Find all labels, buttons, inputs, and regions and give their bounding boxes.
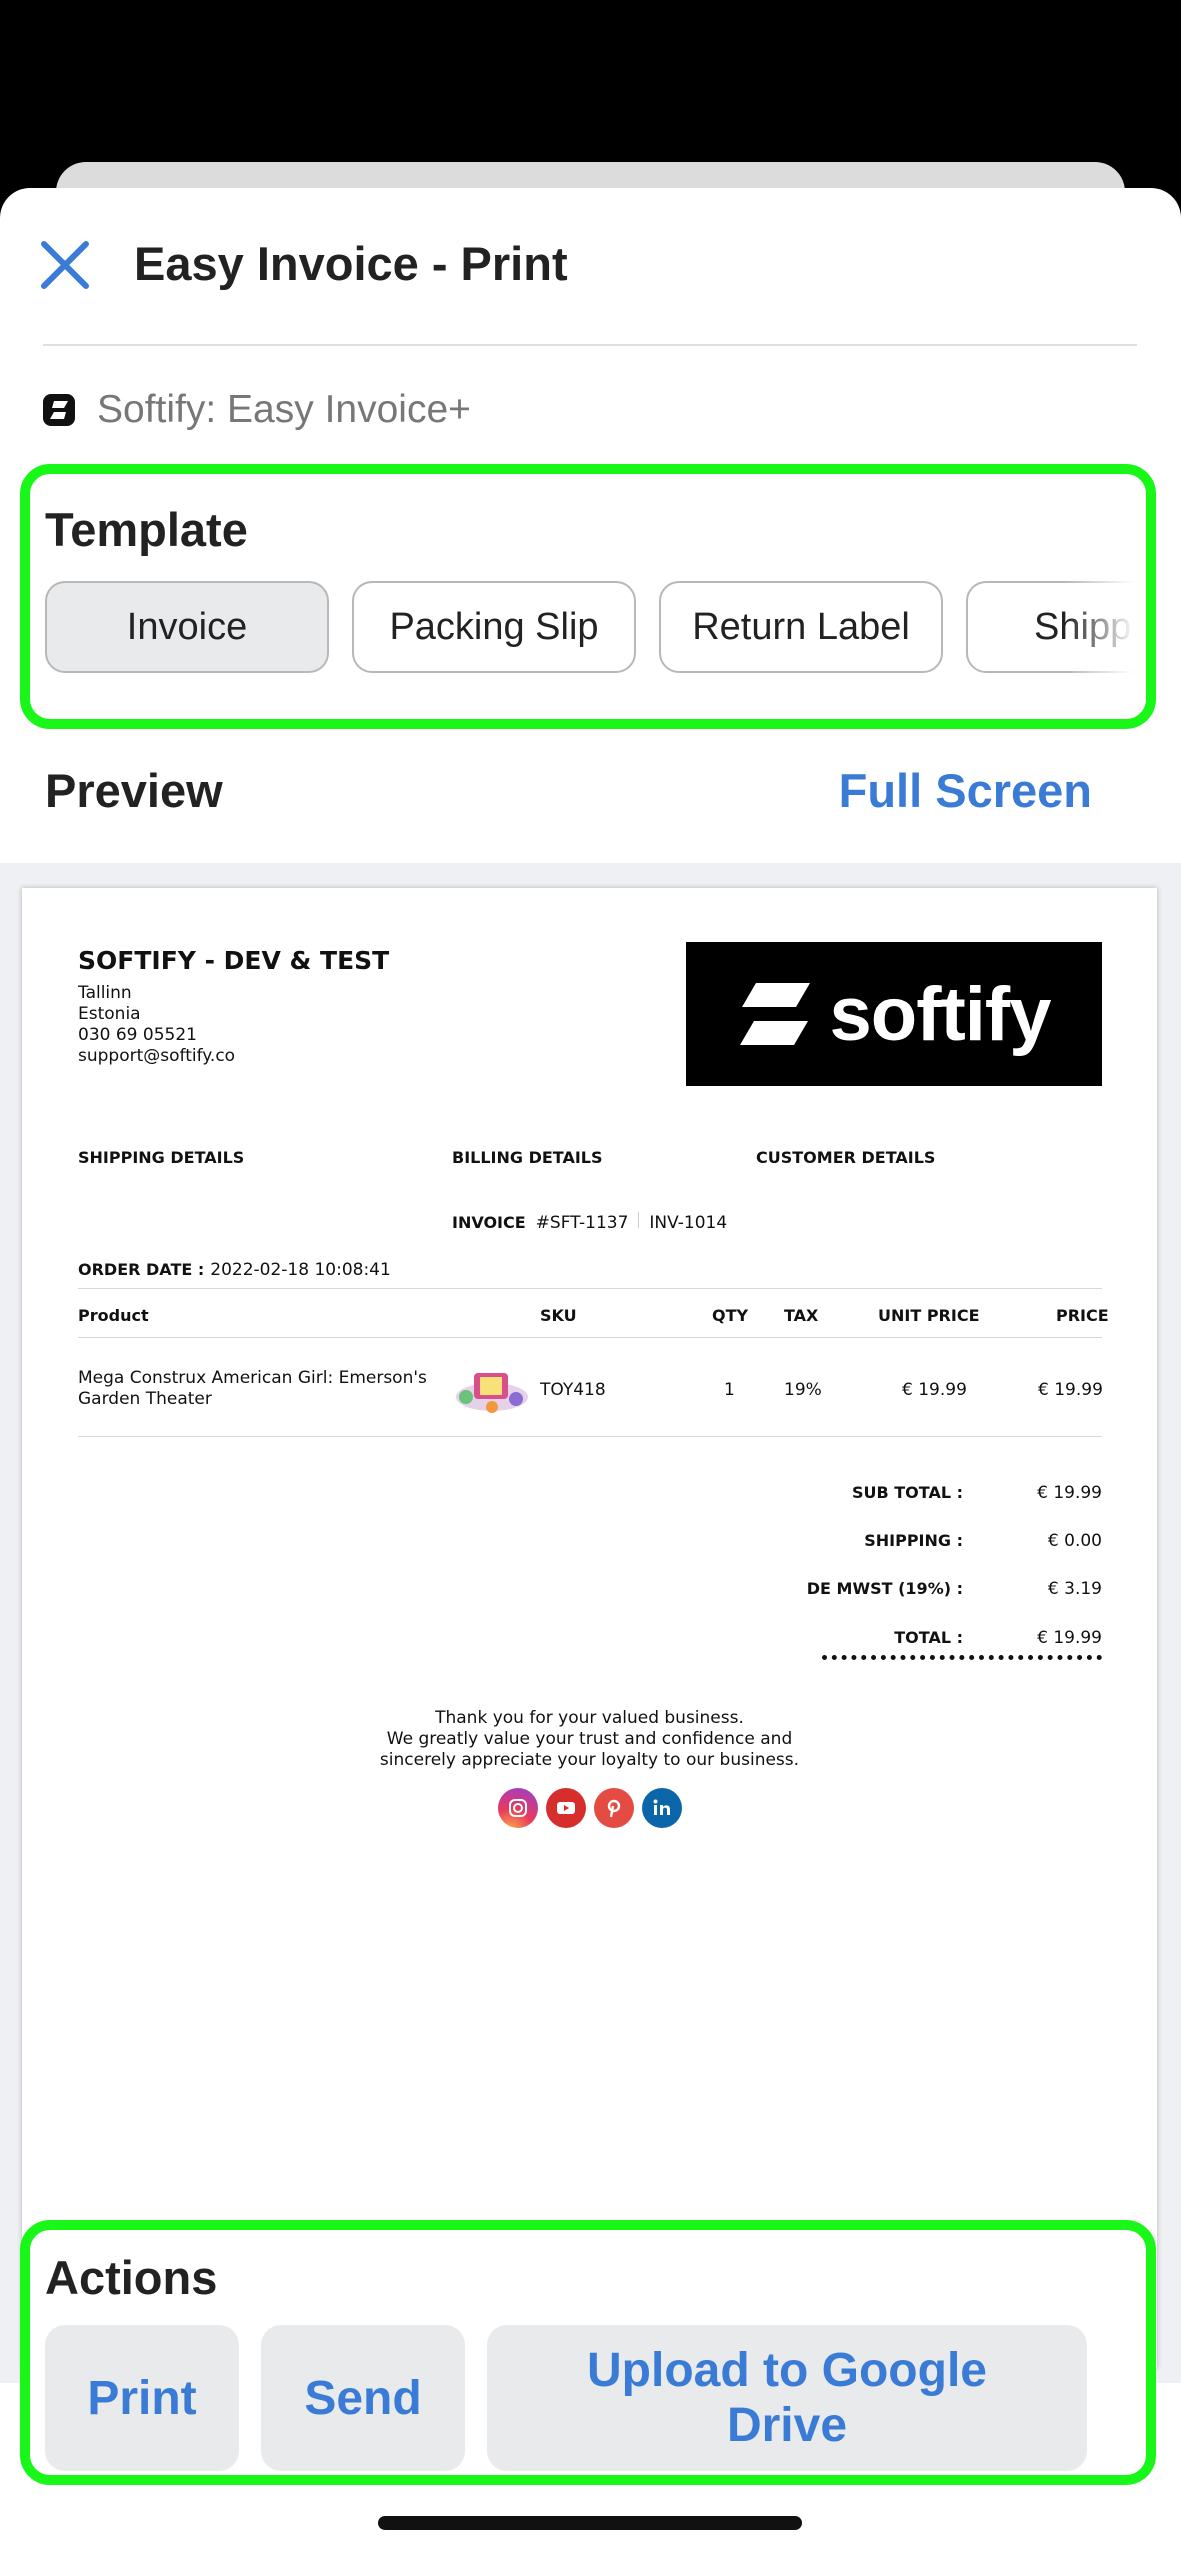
youtube-icon[interactable]	[546, 1788, 586, 1828]
softify-app-icon	[43, 394, 75, 426]
instagram-icon[interactable]	[498, 1788, 538, 1828]
full-screen-link[interactable]: Full Screen	[839, 763, 1092, 818]
total-label: TOTAL :	[894, 1628, 963, 1647]
scroll-fade	[1066, 474, 1146, 719]
print-sheet: Easy Invoice - Print Softify: Easy Invoi…	[0, 188, 1181, 2560]
actions-section: Actions Print Send Upload to Google Driv…	[20, 2220, 1156, 2485]
app-attribution: Softify: Easy Invoice+	[43, 388, 471, 432]
shipping-value: € 0.00	[1047, 1531, 1102, 1551]
preview-title: Preview	[45, 764, 223, 817]
subtotal-label: SUB TOTAL :	[851, 1483, 963, 1502]
thanks-line-3: sincerely appreciate your loyalty to our…	[379, 1750, 800, 1770]
thanks-line-1: Thank you for your valued business.	[435, 1708, 744, 1728]
total-underline	[822, 1655, 1102, 1660]
subtotal-value: € 19.99	[1037, 1483, 1102, 1503]
app-name: Softify: Easy Invoice+	[97, 388, 471, 431]
invoice-document: SOFTIFY - DEV & TEST Tallinn Estonia 030…	[22, 888, 1157, 2368]
sheet-header: Easy Invoice - Print	[0, 188, 1181, 346]
upload-google-drive-button[interactable]: Upload to Google Drive	[487, 2325, 1087, 2471]
template-return-label-button[interactable]: Return Label	[659, 581, 943, 673]
thanks-line-2: We greatly value your trust and confiden…	[386, 1729, 793, 1749]
template-packing-slip-button[interactable]: Packing Slip	[352, 581, 636, 673]
template-invoice-button[interactable]: Invoice	[45, 581, 329, 673]
totals-block: SUB TOTAL : € 19.99 SHIPPING : € 0.00 DE…	[22, 888, 1102, 1688]
tax-total-value: € 3.19	[1047, 1579, 1102, 1599]
total-value: € 19.99	[1037, 1628, 1102, 1648]
template-title: Template	[45, 503, 248, 556]
page-title: Easy Invoice - Print	[134, 237, 568, 290]
thank-you-message: Thank you for your valued business. We g…	[22, 1708, 1157, 1771]
shipping-label: SHIPPING :	[864, 1531, 963, 1550]
template-section: Template Invoice Packing Slip Return Lab…	[20, 464, 1156, 729]
action-buttons: Print Send Upload to Google Drive	[45, 2325, 1087, 2471]
print-button[interactable]: Print	[45, 2325, 239, 2471]
preview-header: Preview Full Screen	[45, 763, 1092, 818]
linkedin-icon[interactable]	[642, 1788, 682, 1828]
close-icon[interactable]	[38, 238, 92, 292]
preview-area[interactable]: SOFTIFY - DEV & TEST Tallinn Estonia 030…	[0, 863, 1181, 2383]
header-divider	[43, 344, 1137, 346]
social-links	[498, 1788, 682, 1828]
pinterest-icon[interactable]	[594, 1788, 634, 1828]
tax-total-label: DE MWST (19%) :	[806, 1579, 963, 1598]
template-options: Invoice Packing Slip Return Label Shippi…	[45, 581, 1146, 673]
send-button[interactable]: Send	[261, 2325, 465, 2471]
home-indicator	[378, 2516, 802, 2530]
actions-title: Actions	[45, 2251, 218, 2304]
